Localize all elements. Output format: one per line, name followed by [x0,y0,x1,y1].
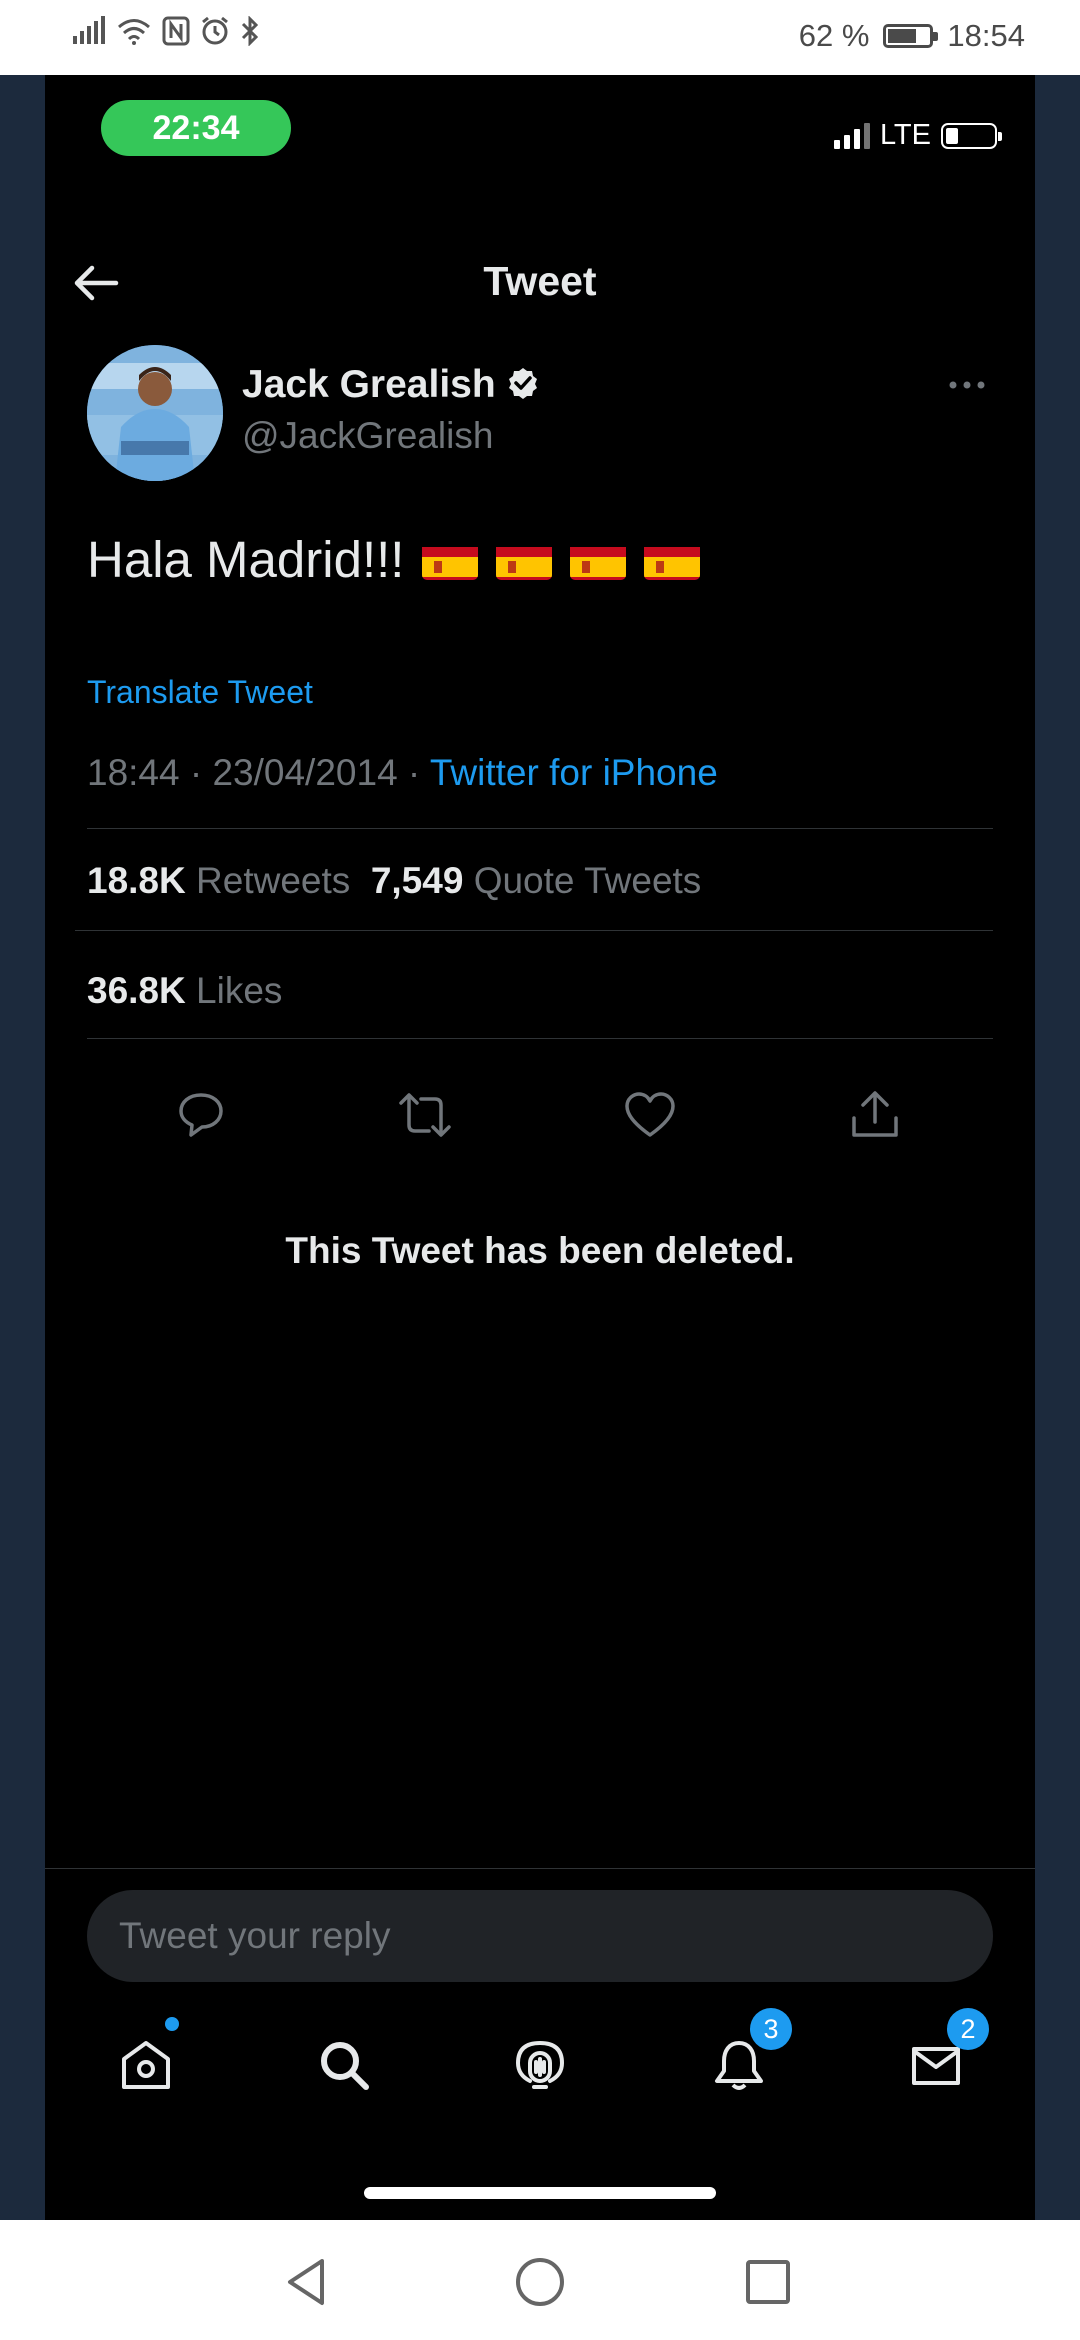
right-side-panel [1035,75,1080,2220]
network-type: LTE [879,119,931,151]
deleted-notice: This Tweet has been deleted. [285,1230,795,1271]
likes-label: Likes [196,970,283,1011]
reply-button[interactable] [161,1075,241,1155]
like-button[interactable] [610,1075,690,1155]
retweets-count: 18.8K [87,860,186,901]
tweet-source-link[interactable]: Twitter for iPhone [430,752,718,793]
tweet-body: Hala Madrid!!! [87,530,701,589]
flag-spain-icon [422,540,479,580]
divider [87,1038,993,1039]
wifi-icon [116,16,152,51]
engagement-stats: 18.8K Retweets 7,549 Quote Tweets [87,860,701,902]
flag-spain-icon [644,540,701,580]
more-icon [949,381,985,389]
home-indicator[interactable] [364,2187,716,2199]
tweet-actions [45,1075,1035,1175]
retweet-icon [399,1093,451,1137]
quotes-label: Quote Tweets [473,860,702,901]
alarm-icon [200,16,230,51]
bottom-tab-bar: 3 2 [45,2008,1035,2140]
flag-spain-icon [570,540,627,580]
circle-home-icon [516,2258,564,2306]
android-navigation-bar [0,2220,1080,2340]
tab-messages[interactable]: 2 [891,2008,989,2110]
divider [75,930,993,931]
signal-icon [72,16,106,51]
tab-notifications[interactable]: 3 [694,2008,792,2110]
android-clock: 18:54 [947,18,1025,53]
home-notification-dot [165,2017,179,2031]
quotes-stat[interactable]: 7,549 Quote Tweets [371,860,702,901]
tweet-header: Tweet [45,240,1035,325]
square-recents-icon [746,2260,790,2304]
nav-recents-button[interactable] [738,2252,798,2312]
ios-battery-icon [941,122,1002,149]
ios-status-bar: 22:34 LTE [45,75,1035,195]
author-name[interactable]: Jack Grealish [242,363,496,407]
nfc-icon [162,16,190,51]
android-status-icons [72,15,260,51]
battery-icon [883,24,939,48]
tab-search[interactable] [299,2020,389,2110]
tweet-text: Hala Madrid!!! [87,531,405,588]
notifications-badge: 3 [750,2008,792,2050]
left-side-panel [0,75,45,2220]
twitter-screen: 22:34 LTE Tweet Jack Grealish @JackGreal… [45,75,1035,2220]
retweets-stat[interactable]: 18.8K Retweets [87,860,350,901]
likes-count: 36.8K [87,970,186,1011]
tab-spaces[interactable] [495,2020,585,2110]
avatar[interactable] [87,345,223,481]
quotes-count: 7,549 [370,860,464,901]
verified-badge-icon [506,366,540,405]
android-status-bar: 62 % 18:54 [0,0,1080,75]
share-icon [852,1091,898,1137]
flag-spain-icon [496,540,553,580]
author-handle[interactable]: @JackGrealish [242,415,493,457]
home-icon [122,2041,170,2089]
more-options-button[interactable] [939,365,995,405]
reply-input[interactable]: Tweet your reply [87,1890,993,1982]
tweet-meta: 18:44 · 23/04/2014 · Twitter for iPhone [87,752,718,794]
tab-home[interactable] [101,2017,191,2110]
divider [45,1868,1035,1869]
triangle-back-icon [288,2259,324,2305]
tweet-timestamp: 18:44 · 23/04/2014 · [87,752,430,793]
page-title: Tweet [483,258,597,304]
nav-home-button[interactable] [510,2252,570,2312]
likes-stat[interactable]: 36.8K Likes [87,970,282,1012]
translate-tweet-link[interactable]: Translate Tweet [87,674,313,711]
messages-badge: 2 [947,2008,989,2050]
bluetooth-icon [240,15,260,51]
nav-back-button[interactable] [277,2252,337,2312]
spaces-icon [515,2040,565,2089]
search-icon [321,2042,369,2090]
battery-percent: 62 % [798,18,870,53]
tweet-author: Jack Grealish @JackGrealish [87,345,987,485]
retweet-button[interactable] [385,1075,465,1155]
reply-icon [179,1093,223,1137]
cellular-signal-icon [833,122,870,149]
ios-clock-pill: 22:34 [101,100,291,156]
share-button[interactable] [835,1075,915,1155]
retweets-label: Retweets [196,860,351,901]
divider [87,828,993,829]
heart-icon [625,1092,675,1137]
